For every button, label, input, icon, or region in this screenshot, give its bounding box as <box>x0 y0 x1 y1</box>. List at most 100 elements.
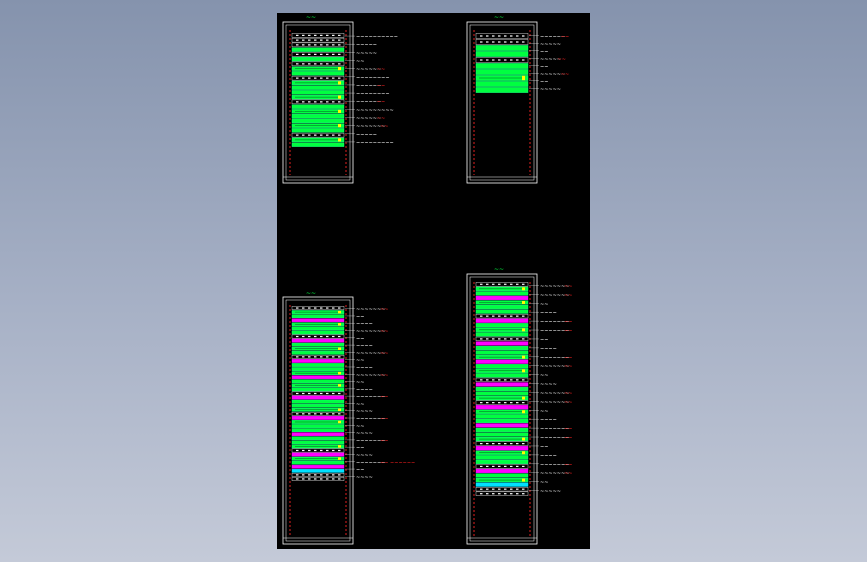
port-dot <box>516 315 519 317</box>
port-dot <box>302 101 305 103</box>
port-dot <box>516 59 519 61</box>
port-dot <box>486 465 489 468</box>
port-dot <box>522 493 525 495</box>
port-dot <box>332 307 335 309</box>
port-dot <box>486 41 489 43</box>
port-dot <box>326 449 329 452</box>
equipment-label-note: ~~ <box>558 57 566 63</box>
port-dot <box>522 338 525 340</box>
port-dot <box>302 413 305 415</box>
port-dot <box>504 493 507 495</box>
port-dot <box>510 493 513 495</box>
port-dot <box>308 63 311 65</box>
port-dot <box>296 335 299 338</box>
equipment-label: ~~ <box>356 446 364 452</box>
port-dot <box>480 493 483 495</box>
port-dot <box>498 59 501 61</box>
port-dot <box>296 392 299 395</box>
port-dot <box>486 488 489 490</box>
rack-unit-white <box>291 477 345 481</box>
rack-unit-green <box>291 363 345 367</box>
port-dot <box>498 488 501 490</box>
rack-unit-white <box>291 448 345 453</box>
port-dot <box>320 39 323 41</box>
equipment-label-note: ~~ <box>564 471 572 477</box>
rack-unit-patch <box>291 318 345 323</box>
equipment-label-note: ~~ <box>564 400 572 406</box>
port-dot <box>492 379 495 381</box>
rack-unit-green <box>475 414 529 419</box>
port-dot <box>314 335 317 338</box>
port-dot <box>326 53 329 55</box>
port-dot <box>320 478 323 480</box>
port-dot <box>314 101 317 103</box>
port-dot <box>480 379 483 381</box>
status-led <box>522 369 525 373</box>
status-led <box>522 328 525 332</box>
port-dot <box>320 392 323 395</box>
port-dot <box>516 283 519 285</box>
port-dot <box>320 53 323 55</box>
port-dot <box>308 356 311 358</box>
rack-unit-white <box>291 75 345 81</box>
port-dot <box>510 315 513 317</box>
port-dot <box>480 35 483 37</box>
port-dot <box>314 63 317 65</box>
port-dot <box>492 283 495 285</box>
port-dot <box>498 402 501 404</box>
port-dot <box>516 443 519 445</box>
port-dot <box>510 35 513 37</box>
rack-unit-patch <box>475 446 529 451</box>
rack-unit-patch <box>291 359 345 363</box>
port-dot <box>510 41 513 43</box>
status-led <box>522 355 525 359</box>
port-dot <box>320 474 323 476</box>
port-dot <box>326 307 329 309</box>
port-dot <box>296 474 299 476</box>
rack-unit-white <box>475 57 529 63</box>
port-dot <box>308 53 311 55</box>
equipment-label-note: ~~ <box>380 395 388 401</box>
port-dot <box>326 392 329 395</box>
equipment-label: ~~ <box>356 358 364 364</box>
port-dot <box>480 338 483 340</box>
port-dot <box>522 488 525 490</box>
port-dot <box>332 413 335 415</box>
rack-unit-patch <box>475 423 529 428</box>
equipment-label-note: ~~ <box>380 438 388 444</box>
status-led <box>522 287 525 291</box>
port-dot <box>326 134 329 136</box>
rack-unit-green <box>291 113 345 119</box>
port-dot <box>504 35 507 37</box>
port-dot <box>516 35 519 37</box>
equipment-label: ~~~~ <box>356 387 373 393</box>
rack-unit-green <box>475 304 529 310</box>
port-dot <box>332 39 335 41</box>
port-dot <box>522 402 525 404</box>
port-dot <box>308 34 311 36</box>
port-dot <box>314 53 317 55</box>
port-dot <box>296 449 299 452</box>
equipment-label-note: ~~ <box>377 83 385 89</box>
rack-unit-green <box>291 90 345 95</box>
port-dot <box>486 493 489 495</box>
port-dot <box>522 41 525 43</box>
port-dot <box>510 443 513 445</box>
port-dot <box>516 493 519 495</box>
rack-unit-green <box>291 128 345 133</box>
rack-unit-white <box>475 377 529 382</box>
rack-top-left: ~~~~~~~~~~~~~~~~~~~~~~~~~~~~~~~~~~~~~~~~… <box>282 14 398 184</box>
port-dot <box>492 338 495 340</box>
port-dot <box>296 34 299 36</box>
rack-title: ~~ <box>306 14 316 21</box>
port-dot <box>308 44 311 46</box>
equipment-label: ~~ <box>356 314 364 320</box>
port-dot <box>332 53 335 55</box>
rack-unit-green <box>475 87 529 93</box>
status-led <box>338 445 341 448</box>
equipment-label: ~~ <box>540 337 548 343</box>
equipment-label: ~~~~~ <box>540 87 561 93</box>
port-dot <box>326 474 329 476</box>
rack-unit-green <box>475 455 529 460</box>
rack-unit-green <box>291 403 345 408</box>
